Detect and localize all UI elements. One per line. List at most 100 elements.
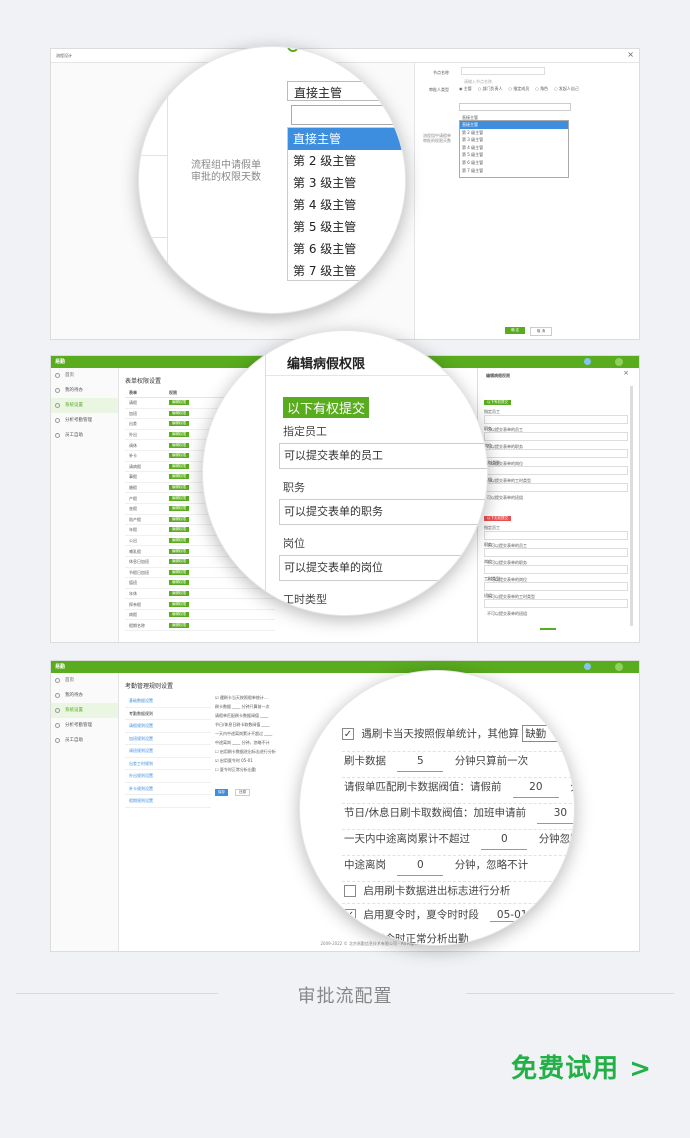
field-input[interactable]: 可以提交表单的员工 — [484, 415, 628, 432]
sidebar-item[interactable]: 首页 — [51, 368, 118, 383]
edit-permission-button[interactable]: 编辑权限 — [169, 410, 189, 416]
sidebar-item[interactable]: 员工自助 — [51, 428, 118, 443]
field-input[interactable]: 可以提交表单的班组 — [484, 483, 628, 500]
option-item[interactable]: 第 2 级主管 — [288, 150, 405, 172]
submenu-item[interactable]: 出差工时规则 — [125, 758, 211, 770]
field-input[interactable]: 可以提交表单的岗位 — [484, 449, 628, 466]
edit-permission-button[interactable]: 编辑权限 — [169, 548, 189, 554]
field-input[interactable]: 不可以提交表单的岗位 — [484, 565, 628, 582]
edit-permission-button[interactable]: 编辑权限 — [169, 612, 189, 618]
edit-permission-button[interactable]: 编辑权限 — [169, 474, 189, 480]
option-item[interactable]: 第 6 级主管 — [460, 159, 568, 167]
edit-permission-button[interactable]: 编辑权限 — [169, 622, 189, 628]
submenu-item[interactable]: 加班规则设置 — [125, 733, 211, 745]
field-input[interactable]: 不可以提交表单的职务 — [484, 548, 628, 565]
submenu-item[interactable]: 假期规则设置 — [125, 795, 211, 808]
edit-permission-button[interactable]: 编辑权限 — [169, 442, 189, 448]
free-trial-link[interactable]: 免费试用 > — [511, 1048, 652, 1085]
submenu-item[interactable]: 外出规则设置 — [125, 770, 211, 783]
radio-option[interactable]: ○ 指定成员 — [509, 86, 530, 91]
option-item[interactable]: 直接主管 — [460, 121, 568, 129]
edit-permission-button[interactable]: 编辑权限 — [169, 590, 189, 596]
submenu-item[interactable]: 基础数据设置 — [125, 695, 211, 708]
option-item[interactable]: 第 4 级主管 — [288, 194, 405, 216]
option-item[interactable]: 第 7 级主管 — [288, 260, 405, 282]
sidebar-item-active[interactable]: 系统设置 — [51, 398, 118, 413]
field-input[interactable]: 不可以提交表单的班组 — [484, 599, 628, 616]
option-item[interactable]: 第 5 级主管 — [460, 151, 568, 159]
edit-permission-button[interactable]: 编辑权限 — [169, 421, 189, 427]
edit-permission-button[interactable]: 编辑权限 — [169, 601, 189, 607]
edit-permission-button[interactable]: 编辑权限 — [169, 516, 189, 522]
sidebar-item[interactable]: 首页 — [51, 673, 118, 688]
edit-permission-button[interactable]: 编辑权限 — [169, 538, 189, 544]
zoomed-field-input[interactable]: 可以提交表单的职务 — [279, 499, 487, 525]
option-item[interactable]: 直接主管 — [288, 128, 405, 150]
edit-permission-button[interactable]: 编辑权限 — [169, 559, 189, 565]
submenu-item[interactable]: 调班规则设置 — [125, 745, 211, 758]
submenu-item[interactable]: 请假规则设置 — [125, 720, 211, 733]
option-item[interactable]: 第 3 级主管 — [288, 172, 405, 194]
edit-permission-button[interactable]: 编辑权限 — [169, 485, 189, 491]
zoomed-field-input[interactable]: 可以提交表单的岗位 — [279, 555, 487, 581]
dst-start-input[interactable]: 05-01 — [490, 909, 535, 922]
confirm-button[interactable]: 确 定 — [505, 327, 526, 334]
node-name-input[interactable]: 请输入节点名称 — [461, 67, 545, 84]
leave-threshold-input[interactable]: 20 — [512, 777, 559, 798]
radio-option[interactable]: ◉ 主管 — [459, 86, 472, 91]
leave-post-input[interactable]: 0 — [397, 855, 444, 876]
notification-icon[interactable] — [584, 663, 591, 670]
save-button[interactable]: 保存 — [215, 789, 228, 796]
close-icon[interactable]: × — [623, 369, 629, 377]
sidebar-item[interactable]: 分析考勤管理 — [51, 413, 118, 428]
card-interval-input[interactable]: 5 — [397, 751, 444, 772]
edit-permission-button[interactable]: 编辑权限 — [169, 495, 189, 501]
zoomed-supervisor-select[interactable]: 直接主管 ⊙ — [287, 81, 405, 101]
radio-option[interactable]: ○ 部门负责人 — [478, 86, 503, 91]
holiday-threshold-input[interactable]: 30 — [537, 803, 574, 824]
option-item[interactable]: 第 6 级主管 — [288, 238, 405, 260]
checkbox-checked-icon[interactable]: ✓ — [344, 909, 356, 921]
edit-permission-button[interactable]: 编辑权限 — [169, 569, 189, 575]
supervisor-select[interactable]: 直接主管 — [459, 103, 571, 120]
radio-option[interactable]: ○ 角色 — [535, 86, 548, 91]
submenu-item[interactable]: 补卡规则设置 — [125, 783, 211, 795]
absence-select[interactable]: 缺勤 ▼ — [522, 725, 562, 742]
sidebar-item[interactable]: 我的待办 — [51, 688, 118, 703]
user-avatar-icon[interactable] — [615, 663, 623, 671]
dialog-scrollbar[interactable] — [630, 386, 633, 626]
sidebar-nav: 首页 我的待办 系统设置 分析考勤管理 员工自助 — [51, 673, 119, 951]
edit-permission-button[interactable]: 编辑权限 — [169, 580, 189, 586]
submenu-item[interactable]: 考勤数据规则 — [125, 708, 211, 720]
checkbox-checked-icon[interactable]: ✓ — [342, 728, 354, 740]
zoomed-search-box[interactable] — [291, 105, 405, 125]
field-input[interactable]: 不可以提交表单的员工 — [484, 531, 628, 548]
zoomed-field-input[interactable]: 可以提交表单的员工 — [279, 443, 487, 469]
sidebar-item-active[interactable]: 系统设置 — [51, 703, 118, 718]
edit-permission-button[interactable]: 编辑权限 — [169, 400, 189, 406]
edit-permission-button[interactable]: 编辑权限 — [169, 453, 189, 459]
option-item[interactable]: 第 7 级主管 — [460, 167, 568, 175]
edit-permission-button[interactable]: 编辑权限 — [169, 432, 189, 438]
close-icon[interactable]: × — [627, 50, 634, 59]
sidebar-item[interactable]: 分析考勤管理 — [51, 718, 118, 733]
field-input[interactable]: 可以提交表单的职务 — [484, 432, 628, 449]
leave-post-total-input[interactable]: 0 — [481, 829, 528, 850]
option-item[interactable]: 第 2 级主管 — [460, 129, 568, 137]
edit-permission-button[interactable]: 编辑权限 — [169, 463, 189, 469]
notification-icon[interactable] — [584, 358, 591, 365]
option-item[interactable]: 第 4 级主管 — [460, 144, 568, 152]
radio-option[interactable]: ○ 发起人自己 — [554, 86, 579, 91]
checkbox-unchecked-icon[interactable] — [344, 885, 356, 897]
user-avatar-icon[interactable] — [615, 358, 623, 366]
edit-permission-button[interactable]: 编辑权限 — [169, 527, 189, 533]
sidebar-item[interactable]: 我的待办 — [51, 383, 118, 398]
sidebar-item[interactable]: 员工自助 — [51, 733, 118, 748]
reset-button[interactable]: 还原 — [235, 789, 251, 796]
field-input[interactable]: 不可以提交表单的工时类型 — [484, 582, 628, 599]
edit-permission-button[interactable]: 编辑权限 — [169, 506, 189, 512]
option-item[interactable]: 第 3 级主管 — [460, 136, 568, 144]
cancel-button[interactable]: 取 消 — [530, 327, 553, 336]
field-input[interactable]: 可以提交表单的工时类型 — [484, 466, 628, 483]
option-item[interactable]: 第 5 级主管 — [288, 216, 405, 238]
